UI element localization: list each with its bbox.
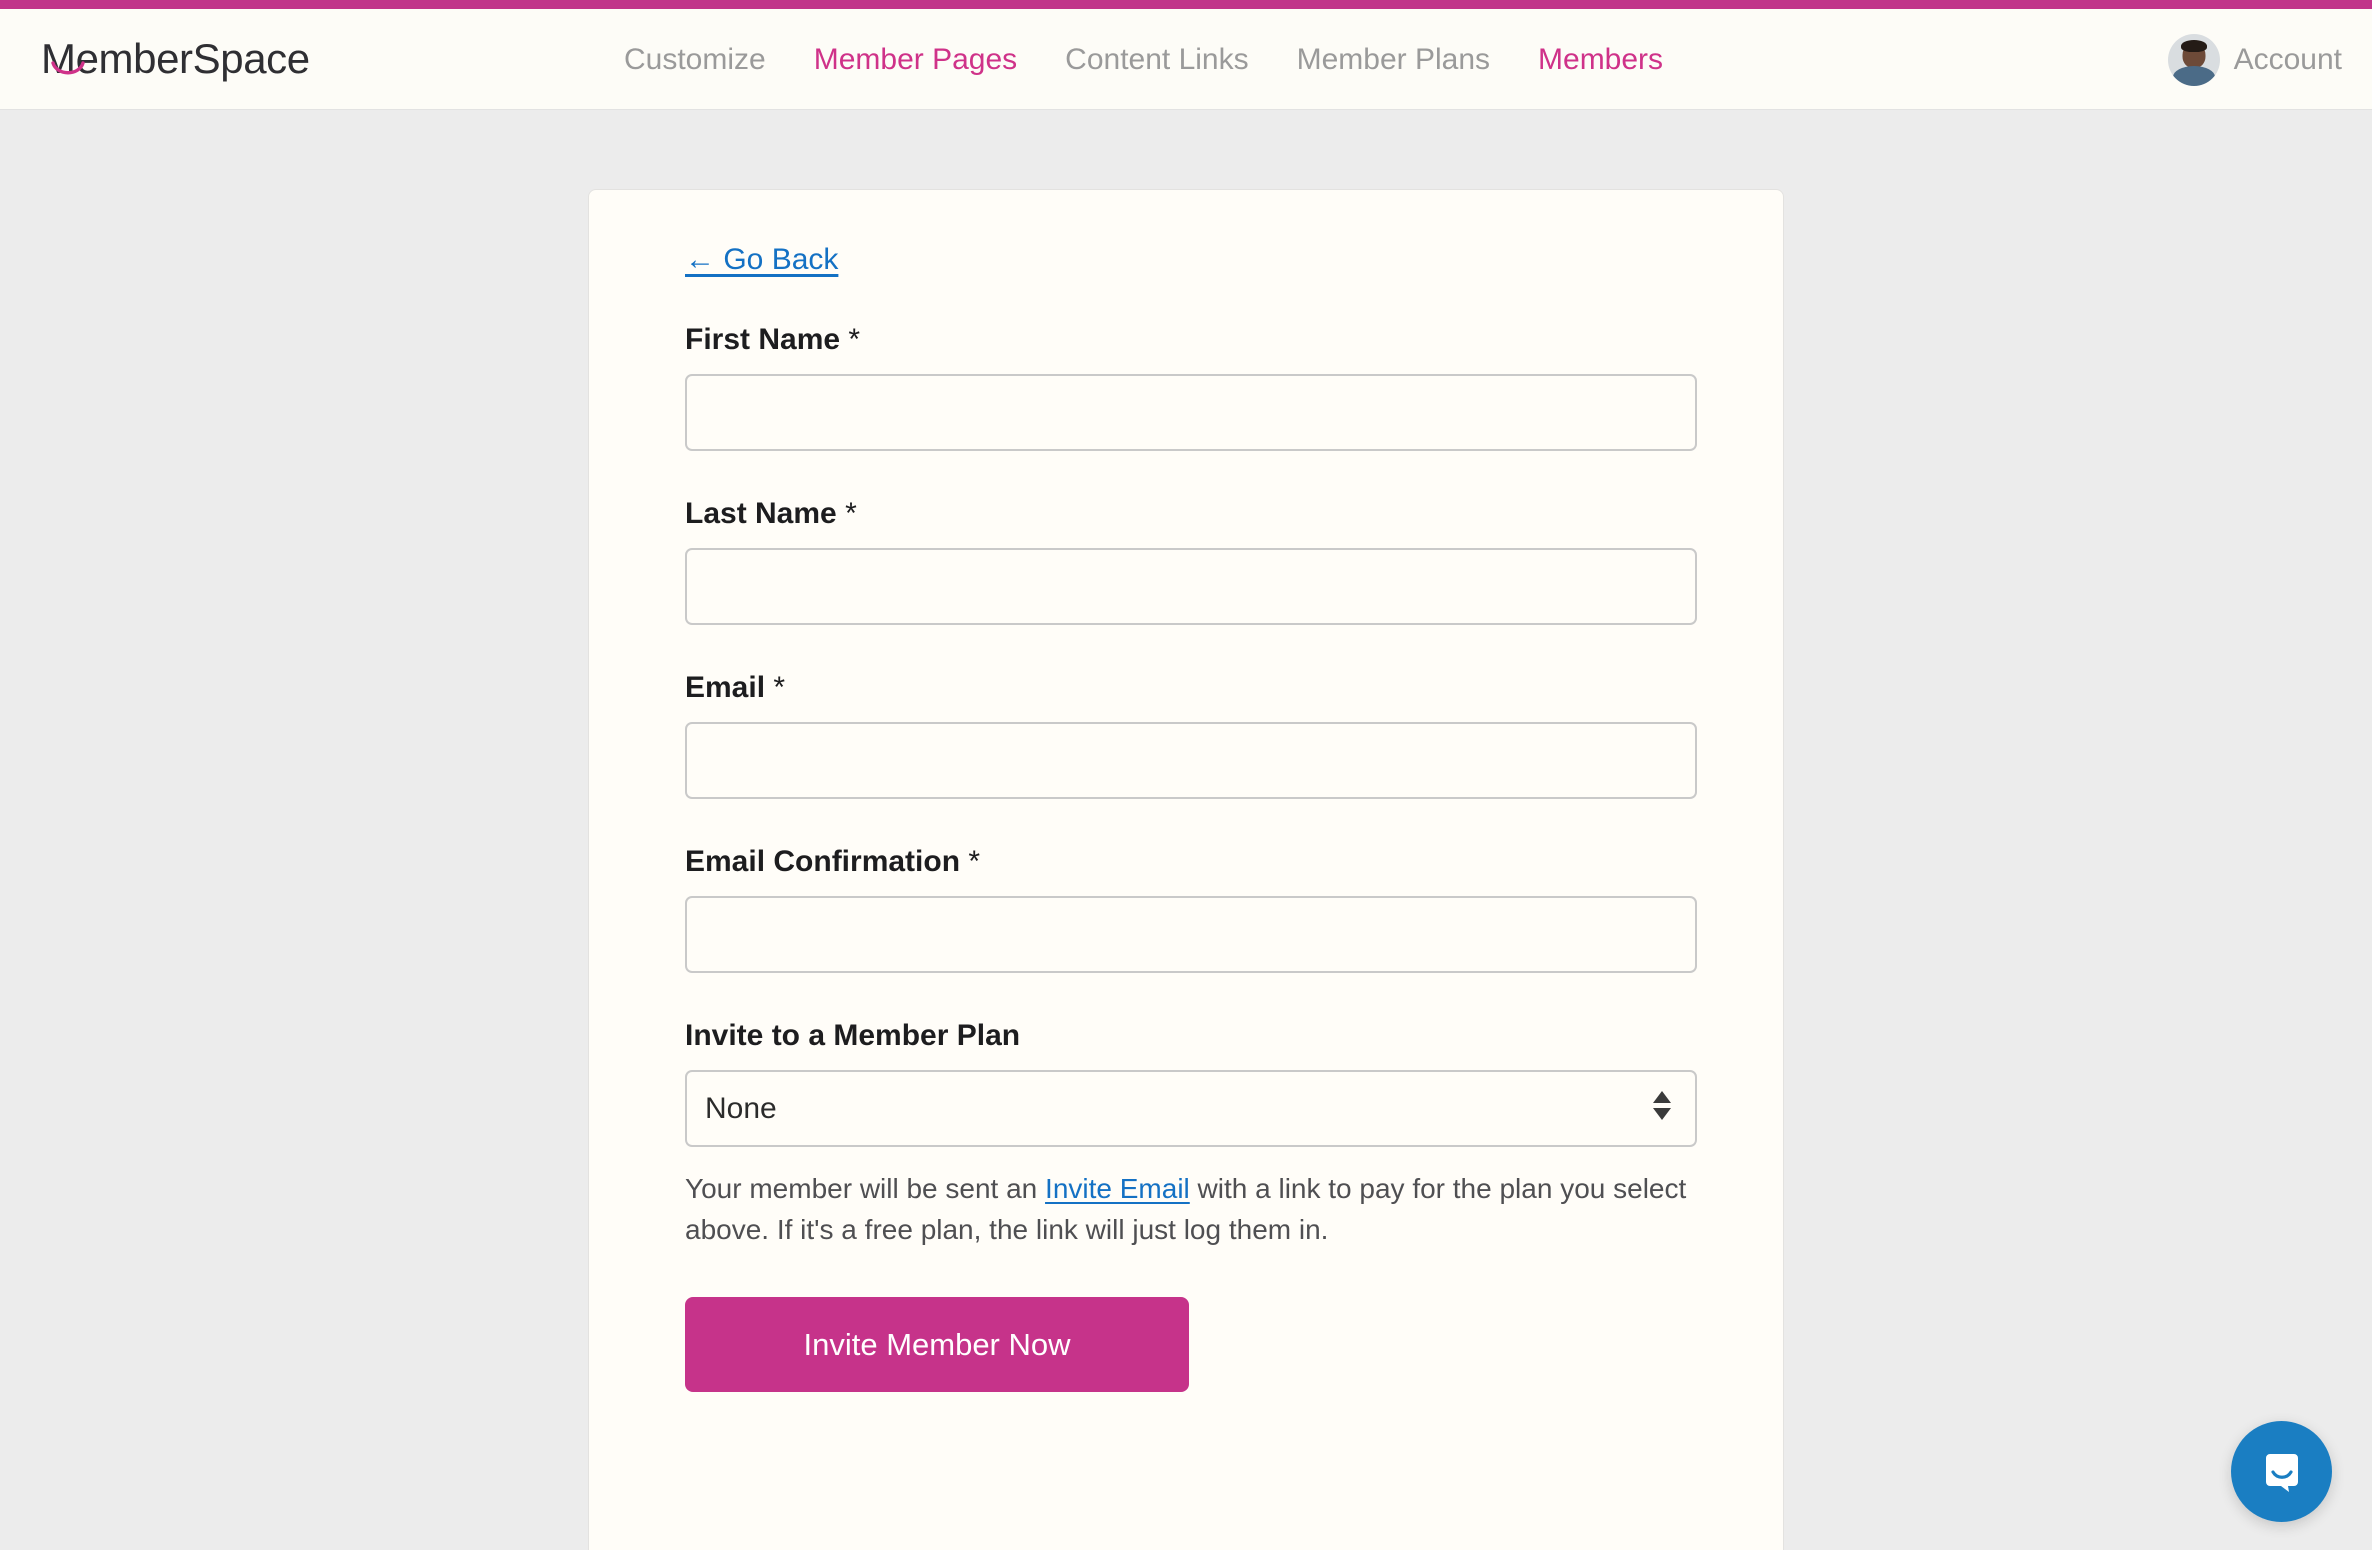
field-last-name: Last Name * bbox=[685, 496, 1697, 625]
member-plan-help-text: Your member will be sent an Invite Email… bbox=[685, 1169, 1697, 1250]
email-confirmation-input[interactable] bbox=[685, 896, 1697, 973]
logo-smile-icon bbox=[51, 61, 85, 75]
nav-item-customize[interactable]: Customize bbox=[600, 44, 790, 75]
field-member-plan: Invite to a Member Plan None Your member… bbox=[685, 1018, 1697, 1250]
email-label: Email * bbox=[685, 671, 786, 704]
avatar bbox=[2167, 33, 2220, 86]
field-email-confirmation: Email Confirmation * bbox=[685, 844, 1697, 973]
first-name-input[interactable] bbox=[685, 374, 1697, 451]
first-name-label: First Name * bbox=[685, 323, 861, 356]
last-name-label: Last Name * bbox=[685, 497, 857, 530]
brand-logo[interactable]: MemberSpace bbox=[41, 38, 310, 80]
invite-member-card: ← Go Back First Name * Last Name * Email… bbox=[588, 189, 1784, 1550]
page-body: ← Go Back First Name * Last Name * Email… bbox=[0, 110, 2372, 1550]
email-input[interactable] bbox=[685, 722, 1697, 799]
nav-item-content-links[interactable]: Content Links bbox=[1041, 44, 1272, 75]
account-menu[interactable]: Account bbox=[2167, 9, 2342, 110]
invite-member-now-button[interactable]: Invite Member Now bbox=[685, 1297, 1189, 1393]
field-email: Email * bbox=[685, 670, 1697, 799]
member-plan-label: Invite to a Member Plan bbox=[685, 1019, 1021, 1052]
invite-email-link[interactable]: Invite Email bbox=[1045, 1173, 1190, 1204]
last-name-input[interactable] bbox=[685, 548, 1697, 625]
account-label: Account bbox=[2233, 42, 2342, 76]
nav-item-member-pages[interactable]: Member Pages bbox=[790, 44, 1041, 75]
chat-bubble-icon bbox=[2265, 1453, 2298, 1492]
field-first-name: First Name * bbox=[685, 322, 1697, 451]
email-confirmation-label: Email Confirmation * bbox=[685, 845, 981, 878]
app-header: MemberSpace Customize Member Pages Conte… bbox=[0, 9, 2372, 110]
nav-item-member-plans[interactable]: Member Plans bbox=[1273, 44, 1514, 75]
go-back-link[interactable]: ← Go Back bbox=[685, 243, 838, 276]
intercom-chat-launcher-button[interactable] bbox=[2231, 1421, 2332, 1522]
main-nav: Customize Member Pages Content Links Mem… bbox=[600, 9, 1687, 110]
member-plan-select[interactable]: None bbox=[685, 1070, 1697, 1147]
top-accent-bar bbox=[0, 0, 2372, 9]
help-text-before: Your member will be sent an bbox=[685, 1173, 1046, 1204]
nav-item-members[interactable]: Members bbox=[1514, 44, 1687, 75]
